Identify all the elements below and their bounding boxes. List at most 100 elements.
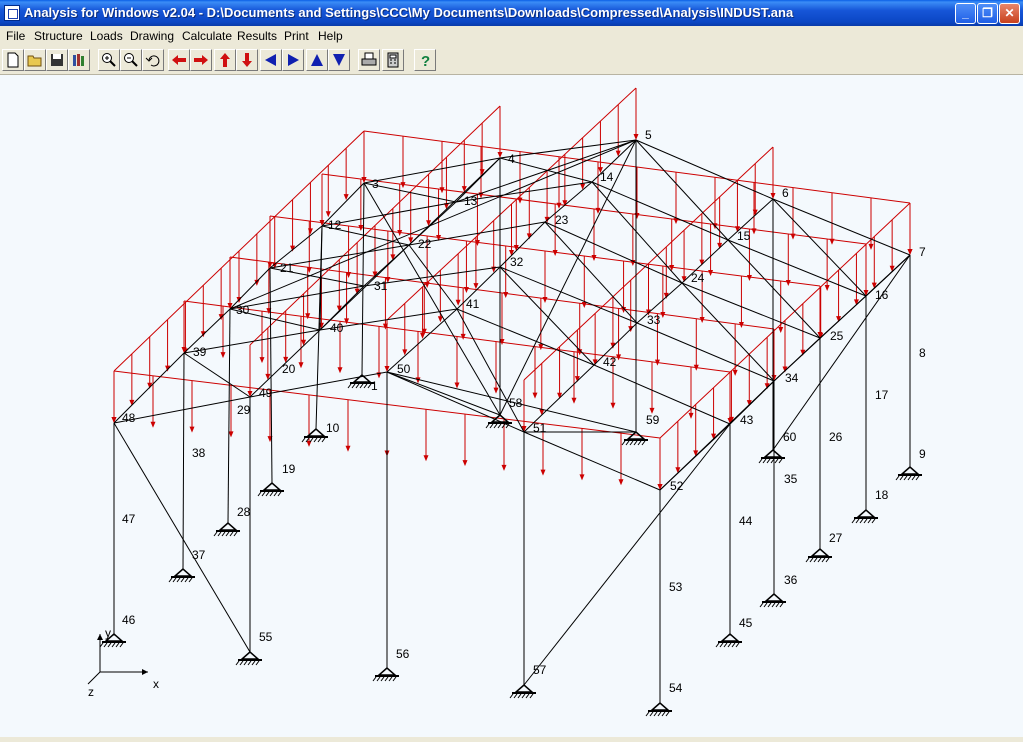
menu-calculate[interactable]: Calculate xyxy=(182,29,232,43)
menu-file[interactable]: File xyxy=(6,29,25,43)
undo-button[interactable] xyxy=(142,49,164,71)
help-button[interactable]: ? xyxy=(414,49,436,71)
distributed-load xyxy=(521,146,776,432)
frame-member[interactable] xyxy=(361,182,365,376)
open-folder-icon xyxy=(27,55,42,67)
library-button[interactable] xyxy=(68,49,90,71)
maximize-button[interactable]: ❐ xyxy=(977,3,998,24)
pin-support-icon[interactable] xyxy=(213,522,240,537)
menu-loads[interactable]: Loads xyxy=(90,29,123,43)
frame-member[interactable] xyxy=(591,139,637,183)
rotate-right-button[interactable] xyxy=(282,49,304,71)
z-axis-label: z xyxy=(88,685,94,699)
frame-member[interactable] xyxy=(456,308,525,433)
frame-member[interactable] xyxy=(456,308,595,366)
node-label: 37 xyxy=(192,548,206,562)
drawing-canvas[interactable]: 1 3 4 5 6 7 8 9 10 12 13 14 15 16 17 18 19 20 21 22 23 24 25 26… xyxy=(0,75,1023,737)
frame-member[interactable] xyxy=(593,364,731,425)
frame-member[interactable] xyxy=(659,380,775,491)
save-button[interactable] xyxy=(46,49,68,71)
pan-down-button[interactable] xyxy=(236,49,258,71)
pin-support-icon[interactable] xyxy=(715,633,742,648)
help-icon: ? xyxy=(421,53,430,68)
node-label: 22 xyxy=(418,237,432,251)
frame-member[interactable] xyxy=(182,352,185,570)
new-file-icon xyxy=(7,52,19,68)
menu-drawing[interactable]: Drawing xyxy=(130,29,174,43)
frame-member[interactable] xyxy=(269,267,273,484)
frame-member[interactable] xyxy=(408,244,458,310)
menu-bar: File Structure Loads Drawing Calculate R… xyxy=(0,26,1023,46)
node-label: 23 xyxy=(555,213,569,227)
frame-member[interactable] xyxy=(773,254,911,382)
frame-member[interactable] xyxy=(772,254,911,451)
node-label: 39 xyxy=(193,345,207,359)
node-label: 54 xyxy=(669,681,683,695)
pin-support-icon[interactable] xyxy=(895,466,922,481)
pin-support-icon[interactable] xyxy=(257,482,284,497)
pin-support-icon[interactable] xyxy=(509,684,536,699)
pan-left-button[interactable] xyxy=(168,49,190,71)
node-label: 21 xyxy=(280,261,294,275)
zoom-out-button[interactable] xyxy=(120,49,142,71)
frame-member[interactable] xyxy=(681,239,729,284)
toolbar: ? xyxy=(0,46,1023,75)
rotate-down-button[interactable] xyxy=(328,49,350,71)
pan-right-button[interactable] xyxy=(190,49,212,71)
pin-support-icon[interactable] xyxy=(301,428,328,443)
pin-support-icon[interactable] xyxy=(645,702,672,717)
frame-member[interactable] xyxy=(363,182,501,416)
pin-support-icon[interactable] xyxy=(805,548,832,563)
window-title: Analysis for Windows v2.04 - D:\Document… xyxy=(24,5,794,20)
node-label: 8 xyxy=(919,346,926,360)
node-label: 44 xyxy=(739,514,753,528)
frame-member[interactable] xyxy=(363,157,501,184)
frame-member[interactable] xyxy=(227,308,231,524)
frame-member[interactable] xyxy=(183,352,251,398)
pin-support-icon[interactable] xyxy=(168,568,195,583)
print-button[interactable] xyxy=(358,49,380,71)
node-label: 26 xyxy=(829,430,843,444)
rotate-up-button[interactable] xyxy=(306,49,328,71)
node-label: 14 xyxy=(600,170,614,184)
pin-support-icon[interactable] xyxy=(235,651,262,666)
pin-support-icon[interactable] xyxy=(99,633,126,648)
menu-results[interactable]: Results xyxy=(237,29,277,43)
rotate-left-button[interactable] xyxy=(260,49,282,71)
frame-member[interactable] xyxy=(544,221,683,284)
pin-support-icon[interactable] xyxy=(372,667,399,682)
open-button[interactable] xyxy=(24,49,46,71)
frame-member[interactable] xyxy=(269,225,323,269)
app-icon[interactable] xyxy=(4,5,20,21)
menu-print[interactable]: Print xyxy=(284,29,309,43)
node-label: 50 xyxy=(397,362,411,376)
menu-structure[interactable]: Structure xyxy=(34,29,83,43)
new-file-button[interactable] xyxy=(2,49,24,71)
frame-member[interactable] xyxy=(523,423,731,686)
pin-support-icon[interactable] xyxy=(758,449,785,464)
node-label: 43 xyxy=(740,413,754,427)
zoom-in-button[interactable] xyxy=(98,49,120,71)
pan-up-button[interactable] xyxy=(214,49,236,71)
node-label: 24 xyxy=(691,271,705,285)
frame-member[interactable] xyxy=(727,198,774,241)
close-icon: ✕ xyxy=(1004,6,1015,20)
pin-support-icon[interactable] xyxy=(851,509,878,524)
frame-member[interactable] xyxy=(727,239,867,297)
pin-support-icon[interactable] xyxy=(759,593,786,608)
frame-member[interactable] xyxy=(681,282,821,339)
node-label: 57 xyxy=(533,663,547,677)
frame-member[interactable] xyxy=(635,139,729,241)
structure-drawing[interactable]: 1345678910121314151617181920212223242526… xyxy=(0,75,1023,737)
node-label: 47 xyxy=(122,512,136,526)
node-label: 51 xyxy=(533,421,547,435)
frame-member[interactable] xyxy=(772,198,911,256)
minimize-button[interactable]: _ xyxy=(955,3,976,24)
title-bar[interactable]: Analysis for Windows v2.04 - D:\Document… xyxy=(0,0,1023,26)
menu-help[interactable]: Help xyxy=(318,29,343,43)
close-button[interactable]: ✕ xyxy=(999,3,1020,24)
node-label: 9 xyxy=(919,447,926,461)
node-label: 29 xyxy=(237,403,251,417)
frame-member[interactable] xyxy=(386,371,501,416)
calculator-button[interactable] xyxy=(382,49,404,71)
